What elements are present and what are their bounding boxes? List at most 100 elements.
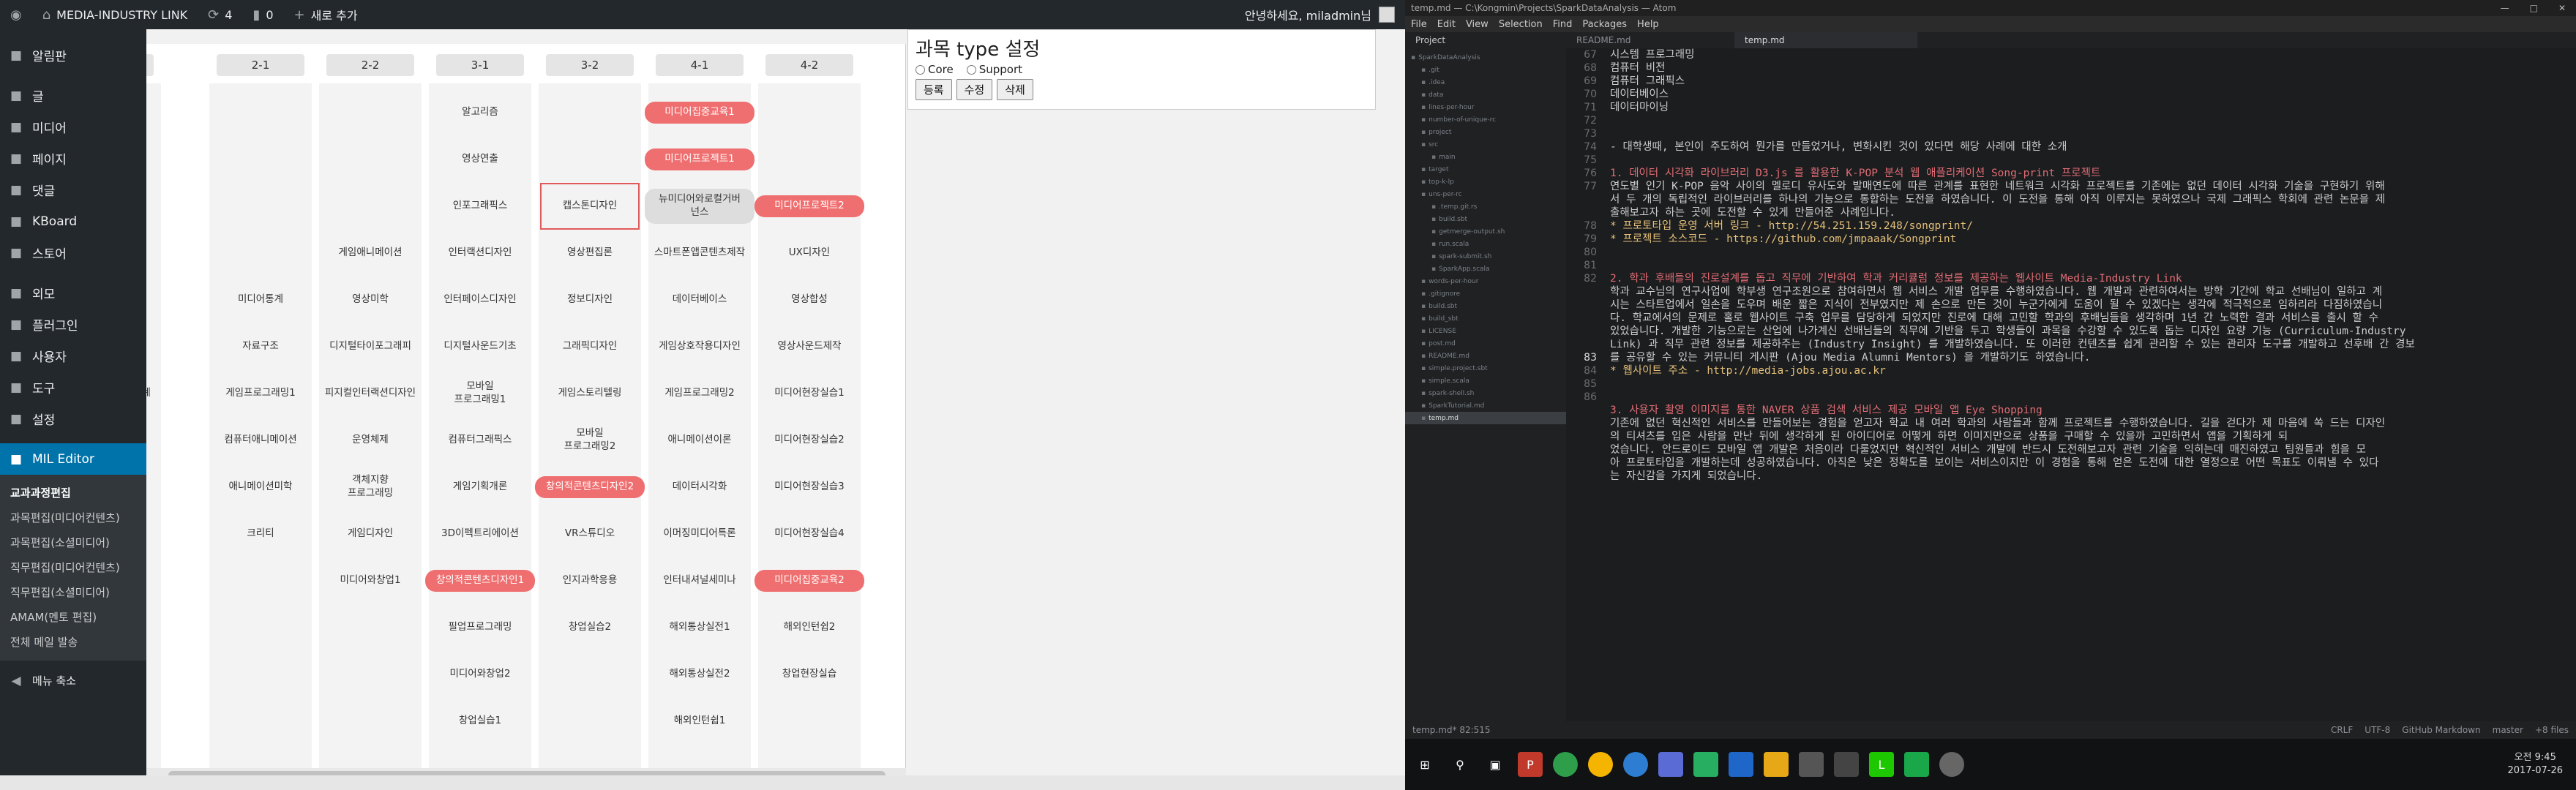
submenu-item[interactable]: 과목편집(미디어컨텐츠) <box>0 505 146 530</box>
course-cell[interactable]: 미디어프로젝트2 <box>755 183 864 230</box>
site-name-link[interactable]: ⌂ MEDIA-INDUSTRY LINK <box>32 0 198 29</box>
menu-item[interactable]: File <box>1411 19 1427 30</box>
app-icon[interactable] <box>1693 752 1718 777</box>
course-cell[interactable]: 객체지향 프로그래밍 <box>321 464 420 511</box>
course-cell[interactable]: 게임상호작용디자인 <box>650 323 749 370</box>
sidebar-item[interactable]: ■ 스토어 <box>0 237 146 268</box>
course-cell[interactable]: 미디어현장실습4 <box>760 511 859 557</box>
tree-item[interactable]: ▪ .git <box>1405 64 1566 76</box>
course-cell[interactable]: 크리티 <box>211 511 310 557</box>
status-item[interactable]: +8 files <box>2535 725 2569 735</box>
editor-line[interactable] <box>1610 246 2576 259</box>
tab-readme[interactable]: README.md <box>1566 32 1734 48</box>
editor-line[interactable]: 컴퓨터 비전 <box>1610 61 2576 75</box>
tree-item[interactable]: ▪ spark-submit.sh <box>1405 250 1566 263</box>
submenu-item[interactable]: 과목편집(소셜미디어) <box>0 530 146 555</box>
editor-line[interactable] <box>1610 127 2576 140</box>
tree-item[interactable]: ▪ words-per-hour <box>1405 275 1566 287</box>
tree-item[interactable]: ▪ run.scala <box>1405 238 1566 250</box>
editor-line[interactable]: 연도별 인기 K-POP 음악 사이의 멜로디 유사도와 발매연도에 따른 관계… <box>1610 180 2576 193</box>
tree-item[interactable]: ▪ post.md <box>1405 337 1566 350</box>
course-cell[interactable]: 퓨터프로그래밍설계 <box>146 370 160 417</box>
editor-line[interactable] <box>1610 259 2576 272</box>
app-icon[interactable] <box>1623 752 1648 777</box>
course-cell[interactable]: 해외인턴쉽2 <box>760 604 859 651</box>
course-cell[interactable]: 창업실습1 <box>430 698 530 745</box>
app-icon[interactable] <box>1799 752 1824 777</box>
course-cell[interactable]: 게임디자인 <box>321 511 420 557</box>
editor-line[interactable]: 기존에 없던 혁신적인 서비스를 만들어보는 경험을 얻고자 학교 내 여러 학… <box>1610 417 2576 430</box>
status-file[interactable]: temp.md* 82:515 <box>1412 725 1491 735</box>
wp-logo[interactable]: ◉ <box>0 0 32 29</box>
course-cell[interactable]: 이머징미디어특론 <box>650 511 749 557</box>
sidebar-item[interactable]: ■ 외모 <box>0 277 146 309</box>
course-cell[interactable]: 수학 중 택1 <box>146 136 160 183</box>
course-cell[interactable]: 인터페이스디자인 <box>430 276 530 323</box>
chrome-icon[interactable] <box>1588 752 1613 777</box>
course-cell[interactable]: 창의적콘텐츠디자인2 <box>535 464 645 511</box>
tree-item[interactable]: ▪ SparkTutorial.md <box>1405 399 1566 412</box>
editor-line[interactable]: 1. 데이터 시각화 라이브러리 D3.js 를 활용한 K-POP 분석 웹 … <box>1610 167 2576 180</box>
sidebar-item[interactable]: ■ 플러그인 <box>0 309 146 340</box>
sidebar-item[interactable]: ■ 알림판 <box>0 40 146 71</box>
tree-item[interactable]: ▪ src <box>1405 138 1566 151</box>
course-cell[interactable]: 모바일 프로그래밍2 <box>540 417 640 464</box>
tree-item[interactable]: ▪ build_sbt <box>1405 312 1566 325</box>
course-cell[interactable]: UX디자인 <box>760 230 859 276</box>
course-cell[interactable]: 미디어와창업2 <box>430 651 530 698</box>
course-cell[interactable]: 인터랙션디자인 <box>430 230 530 276</box>
tree-item[interactable]: ▪ .temp.git.rs <box>1405 200 1566 213</box>
sidebar-item[interactable]: ■ MIL Editor <box>0 443 146 475</box>
avatar[interactable] <box>1379 7 1395 23</box>
tree-item[interactable]: ▪ build.sbt <box>1405 300 1566 312</box>
menu-item[interactable]: Selection <box>1499 19 1543 30</box>
editor-line[interactable] <box>1610 154 2576 167</box>
start-icon[interactable]: ⊞ <box>1412 752 1437 777</box>
tab-project[interactable]: Project <box>1405 32 1566 48</box>
course-cell[interactable]: 운영체제 <box>321 417 420 464</box>
task-view-icon[interactable]: ▣ <box>1483 752 1508 777</box>
tree-item[interactable]: ▪ temp.md <box>1405 412 1566 424</box>
minimize-icon[interactable]: — <box>2501 3 2509 13</box>
course-cell[interactable]: 확률과통계 <box>146 89 160 136</box>
course-cell[interactable]: 미디어현장실습1 <box>760 370 859 417</box>
editor-line[interactable]: 를 공유할 수 있는 커뮤니티 게시판 (Ajou Media Alumni M… <box>1610 351 2576 364</box>
editor-line[interactable]: 다. 학교에서의 문제로 홀로 웹사이트 구축 업무를 담당하게 되었지만 진로… <box>1610 312 2576 325</box>
tree-item[interactable]: ▪ SparkDataAnalysis <box>1405 51 1566 64</box>
course-cell[interactable]: 알고리즘 <box>430 89 530 136</box>
course-cell[interactable]: 게임프로그래밍2 <box>650 370 749 417</box>
course-cell[interactable]: 데이터베이스 <box>650 276 749 323</box>
course-cell[interactable]: 미디어통계 <box>211 276 310 323</box>
tree-item[interactable]: ▪ LICENSE <box>1405 325 1566 337</box>
course-cell[interactable]: 창업실습2 <box>540 604 640 651</box>
course-cell[interactable]: 자료구조 <box>211 323 310 370</box>
tab-temp[interactable]: temp.md <box>1734 32 1917 48</box>
tree-item[interactable]: ▪ README.md <box>1405 350 1566 362</box>
tree-item[interactable]: ▪ lines-per-hour <box>1405 101 1566 113</box>
editor-line[interactable]: * 프로토타입 운영 서버 링크 - http://54.251.159.248… <box>1610 219 2576 233</box>
course-cell[interactable]: 게임기획개론 <box>430 464 530 511</box>
tree-item[interactable]: ▪ .gitignore <box>1405 287 1566 300</box>
editor-line[interactable]: Link) 과 직무 관련 정보를 제공하주는 (Industry Insigh… <box>1610 338 2576 351</box>
course-cell[interactable]: 디지털타이포그래피 <box>321 323 420 370</box>
core-radio[interactable]: Core <box>916 63 954 76</box>
folder-icon[interactable] <box>1764 752 1789 777</box>
editor-line[interactable]: 컴퓨터 그래픽스 <box>1610 75 2576 88</box>
course-cell[interactable]: 해외인턴쉽1 <box>650 698 749 745</box>
sidebar-item[interactable]: ■ KBoard <box>0 206 146 237</box>
submenu-item[interactable]: 직무편집(소셜미디어) <box>0 580 146 605</box>
text-editor[interactable]: 시스템 프로그래밍 컴퓨터 비전 컴퓨터 그래픽스 데이터베이스 데이터마이닝 - 대학생… <box>1604 48 2576 721</box>
editor-line[interactable]: * 프로젝트 소스코드 - https://github.com/jmpaaak… <box>1610 233 2576 246</box>
course-cell[interactable]: 영상편집론 <box>540 230 640 276</box>
course-cell[interactable]: 필업프로그래밍 <box>430 604 530 651</box>
tree-item[interactable]: ▪ main <box>1405 151 1566 163</box>
sidebar-item[interactable]: ■ 페이지 <box>0 143 146 174</box>
course-cell[interactable]: 영상연출 <box>430 136 530 183</box>
greeting-link[interactable]: 안녕하세요, miladmin님 <box>1245 6 1371 23</box>
tree-item[interactable]: ▪ spark-shell.sh <box>1405 387 1566 399</box>
editor-line[interactable]: 는 자신감을 가지게 되었습니다. <box>1610 470 2576 483</box>
tree-item[interactable]: ▪ SparkApp.scala <box>1405 263 1566 275</box>
course-cell[interactable]: 모바일 프로그래밍1 <box>430 370 530 417</box>
close-icon[interactable]: ✕ <box>2558 3 2566 13</box>
submenu-item[interactable]: AMAM(멘토 편집) <box>0 605 146 630</box>
